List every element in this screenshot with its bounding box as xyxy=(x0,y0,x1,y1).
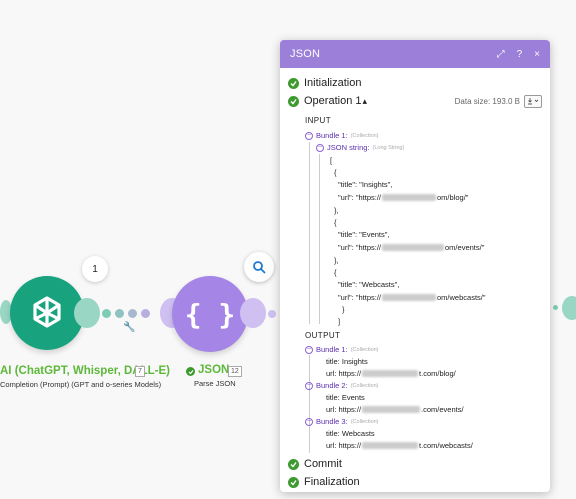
redacted-domain xyxy=(382,244,445,251)
help-icon[interactable]: ? xyxy=(517,49,523,60)
json-line: "title": "Webcasts", xyxy=(338,280,400,289)
json-line: { xyxy=(334,168,337,177)
panel-body: Initialization Operation 1 ▴ Data size: … xyxy=(280,68,550,491)
operation-label: Operation 1 xyxy=(304,95,362,107)
output-bundle-row[interactable]: − Bundle 2: (Collection) xyxy=(305,381,379,390)
check-icon xyxy=(288,476,299,488)
connector-dot xyxy=(115,309,124,318)
output-title-field: title: Webcasts xyxy=(326,429,375,438)
output-label: OUTPUT xyxy=(305,331,341,340)
output-title-field: title: Events xyxy=(326,393,365,402)
operations-count-badge[interactable]: 1 xyxy=(82,256,108,282)
json-line: } xyxy=(342,305,345,314)
panel-header: JSON ⤢ ? × xyxy=(280,40,550,68)
download-icon xyxy=(528,98,539,105)
openai-right-connector xyxy=(74,298,100,328)
redacted-domain xyxy=(362,406,421,413)
output-bundle-hint: (Collection) xyxy=(350,382,379,389)
json-module-subtitle: Parse JSON xyxy=(194,379,236,388)
json-line: }, xyxy=(334,206,339,215)
connector-dot xyxy=(128,309,137,318)
output-bundle-hint: (Collection) xyxy=(350,418,379,425)
collapse-minus-icon[interactable]: − xyxy=(305,131,313,140)
output-bundle-label: Bundle 1: xyxy=(316,345,348,354)
collapse-minus-icon[interactable]: − xyxy=(305,345,313,354)
check-icon xyxy=(288,458,299,470)
openai-module-number: 7 xyxy=(135,366,145,377)
initialization-row[interactable]: Initialization xyxy=(288,74,542,92)
close-icon[interactable]: × xyxy=(534,49,540,60)
json-line: { xyxy=(334,268,337,277)
output-url-field: url: https:// t.com/webcasts/ xyxy=(326,441,473,450)
json-line: }, xyxy=(334,256,339,265)
finalization-row[interactable]: Finalization xyxy=(288,473,542,491)
json-line: [ xyxy=(330,156,333,165)
input-bundle-hint: (Collection) xyxy=(350,132,379,139)
output-bundle-row[interactable]: − Bundle 3: (Collection) xyxy=(305,417,379,426)
json-string-row[interactable]: − JSON string: (Long String) xyxy=(316,143,404,152)
collapse-minus-icon[interactable]: − xyxy=(305,381,313,390)
commit-row[interactable]: Commit xyxy=(288,455,542,473)
json-line: { xyxy=(334,218,337,227)
redacted-domain xyxy=(382,294,437,301)
redacted-domain xyxy=(382,194,437,201)
collapse-minus-icon[interactable]: − xyxy=(305,417,313,426)
expand-icon[interactable]: ⤢ xyxy=(497,49,505,60)
braces-icon: { } xyxy=(184,297,236,331)
json-module[interactable]: { } xyxy=(172,276,248,352)
input-bundle-label: Bundle 1: xyxy=(316,131,348,140)
input-bundle-row[interactable]: − Bundle 1: (Collection) xyxy=(305,131,379,140)
collapse-minus-icon[interactable]: − xyxy=(316,143,324,152)
data-size-group: Data size: 193.0 B xyxy=(454,94,542,108)
wrench-icon[interactable]: 🔧 xyxy=(123,322,135,334)
download-button[interactable] xyxy=(524,94,542,108)
connector-dot xyxy=(141,309,150,318)
output-bundle-label: Bundle 3: xyxy=(316,417,348,426)
json-module-number: 12 xyxy=(228,366,242,377)
panel-title: JSON xyxy=(290,48,321,60)
data-size-label: Data size: 193.0 B xyxy=(454,96,520,106)
json-right-connector xyxy=(240,298,266,328)
json-line: "title": "Insights", xyxy=(338,180,393,189)
redacted-domain xyxy=(362,442,419,449)
finalization-label: Finalization xyxy=(304,476,360,488)
redacted-domain xyxy=(362,370,419,377)
output-bundle-label: Bundle 2: xyxy=(316,381,348,390)
json-module-title: JSON xyxy=(198,364,230,376)
json-string-label: JSON string: xyxy=(327,143,370,152)
connector-dot xyxy=(268,310,276,318)
search-icon xyxy=(253,261,266,274)
json-inspector-panel: JSON ⤢ ? × Initialization Operation 1 ▴ … xyxy=(280,40,550,492)
json-status-dot xyxy=(186,367,195,376)
json-line: ] xyxy=(338,317,341,326)
json-line-url: "url": "https:// om/webcasts/" xyxy=(338,293,486,302)
input-label: INPUT xyxy=(305,116,331,125)
json-string-hint: (Long String) xyxy=(372,144,405,151)
connector-dot xyxy=(553,305,558,310)
operation-row[interactable]: Operation 1 ▴ Data size: 193.0 B xyxy=(288,92,542,110)
openai-module-subtitle: Completion (Prompt) (GPT and o-series Mo… xyxy=(0,380,162,389)
output-bundle-row[interactable]: − Bundle 1: (Collection) xyxy=(305,345,379,354)
json-line-url: "url": "https:// om/events/" xyxy=(338,243,485,252)
commit-label: Commit xyxy=(304,458,342,470)
output-url-field: url: https:// .com/events/ xyxy=(326,405,464,414)
connector-dot xyxy=(102,309,111,318)
output-bundle-hint: (Collection) xyxy=(350,346,379,353)
next-module-edge[interactable] xyxy=(562,296,576,320)
input-tree: − Bundle 1: (Collection) − JSON string: … xyxy=(288,128,542,326)
output-url-field: url: https:// t.com/blog/ xyxy=(326,369,456,378)
initialization-label: Initialization xyxy=(304,77,362,89)
inspect-search-button[interactable] xyxy=(244,252,274,282)
collapse-caret-icon[interactable]: ▴ xyxy=(362,96,367,107)
check-icon xyxy=(288,95,299,107)
output-title-field: title: Insights xyxy=(326,357,368,366)
json-line: "title": "Events", xyxy=(338,230,390,239)
output-tree: − Bundle 1: (Collection) title: Insights… xyxy=(288,343,542,453)
openai-module[interactable] xyxy=(10,276,84,350)
json-line-url: "url": "https:// om/blog/" xyxy=(338,193,469,202)
check-icon xyxy=(288,77,299,89)
openai-logo-icon xyxy=(33,296,61,328)
